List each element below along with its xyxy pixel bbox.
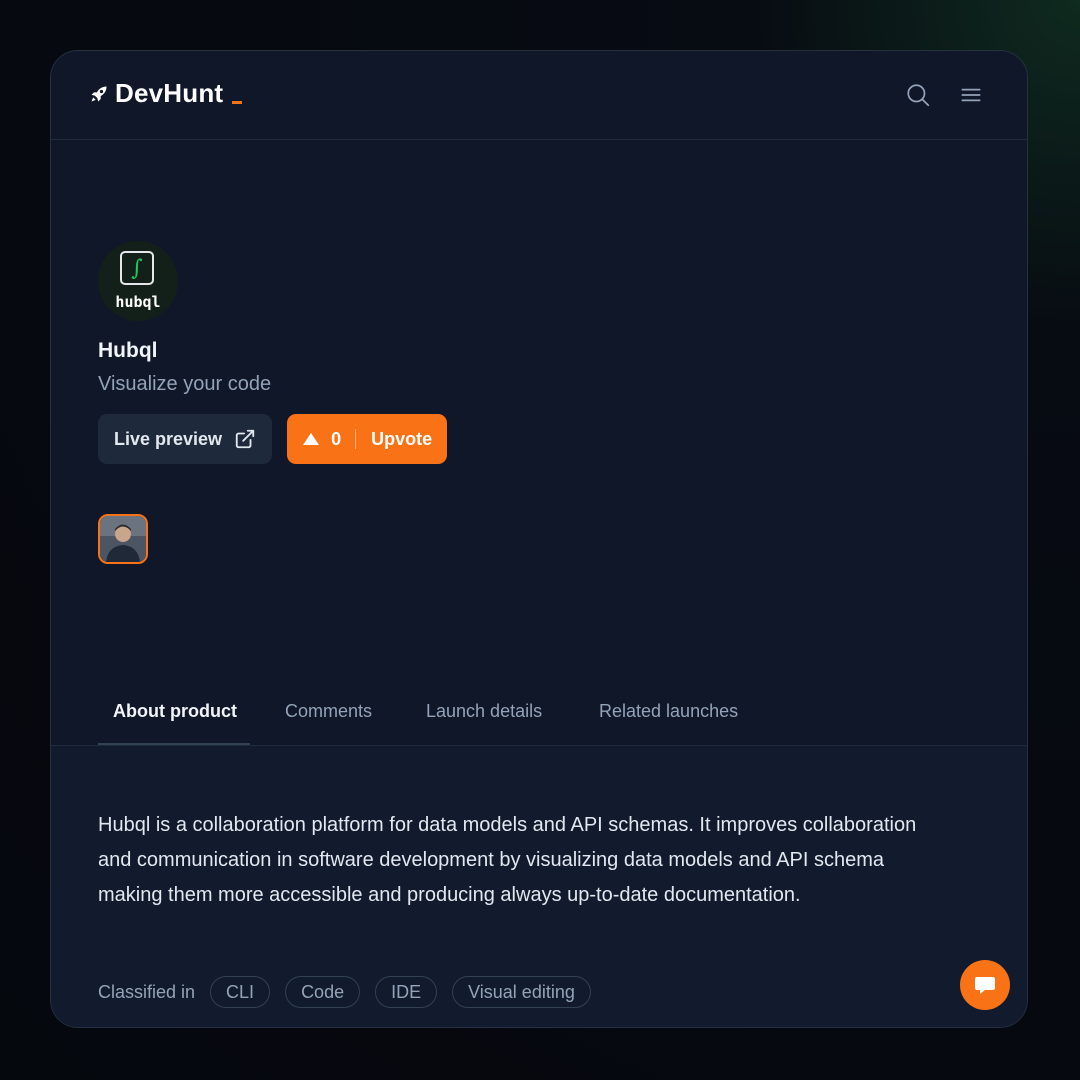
tab-launch-details[interactable]: Launch details: [426, 701, 542, 722]
active-tab-indicator: [98, 743, 250, 745]
product-tabs: About product Comments Launch details Re…: [51, 669, 1027, 746]
logo-text: DevHunt: [115, 78, 224, 108]
upvote-button[interactable]: 0 Upvote: [287, 414, 448, 464]
upvote-label: Upvote: [371, 428, 433, 449]
tab-about-product[interactable]: About product: [113, 701, 237, 722]
search-icon: [907, 84, 930, 107]
product-header: ∫ hubql Hubql Visualize your code Live p…: [98, 241, 978, 564]
upvote-count: 0: [331, 428, 342, 449]
tab-related-launches[interactable]: Related launches: [599, 701, 738, 722]
product-logo-glyph: ∫: [131, 255, 143, 281]
rocket-icon: [91, 86, 107, 101]
app-window: DevHunt ∫ hubql Hubql Visualize your cod…: [50, 50, 1028, 1028]
live-preview-button[interactable]: Live preview: [98, 414, 273, 464]
logo-cursor: [232, 101, 243, 104]
live-preview-label: Live preview: [114, 428, 223, 449]
hamburger-menu-icon: [961, 88, 981, 102]
product-tagline: Visualize your code: [98, 373, 272, 395]
menu-button[interactable]: [958, 82, 984, 108]
tag-ide[interactable]: IDE: [375, 976, 438, 1008]
classified-label: Classified in: [98, 981, 196, 1002]
tag-code[interactable]: Code: [285, 976, 361, 1008]
maker-avatar[interactable]: [98, 514, 148, 564]
chat-bubble-icon: [975, 977, 995, 994]
upvote-divider: [355, 429, 357, 449]
devhunt-logo[interactable]: DevHunt: [89, 78, 243, 109]
search-button[interactable]: [905, 82, 931, 108]
categories-row: Classified in CLI Code IDE Visual editin…: [98, 976, 591, 1008]
chat-button[interactable]: [960, 960, 1010, 1010]
about-section: Hubql is a collaboration platform for da…: [51, 746, 1027, 1027]
product-description: Hubql is a collaboration platform for da…: [98, 814, 917, 906]
product-logo-mark: ∫: [120, 251, 154, 285]
upvote-arrow-icon: [303, 433, 320, 445]
tag-visual-editing[interactable]: Visual editing: [452, 976, 591, 1008]
tab-comments[interactable]: Comments: [285, 701, 372, 722]
product-name: Hubql: [98, 339, 158, 362]
product-actions: Live preview 0 Upvote: [98, 414, 978, 464]
external-link-icon: [235, 429, 255, 449]
top-header: DevHunt: [51, 51, 1027, 140]
person-avatar-image: [100, 516, 146, 562]
product-logo: ∫ hubql: [98, 241, 178, 321]
product-logo-word: hubql: [115, 293, 161, 311]
tag-cli[interactable]: CLI: [210, 976, 271, 1008]
